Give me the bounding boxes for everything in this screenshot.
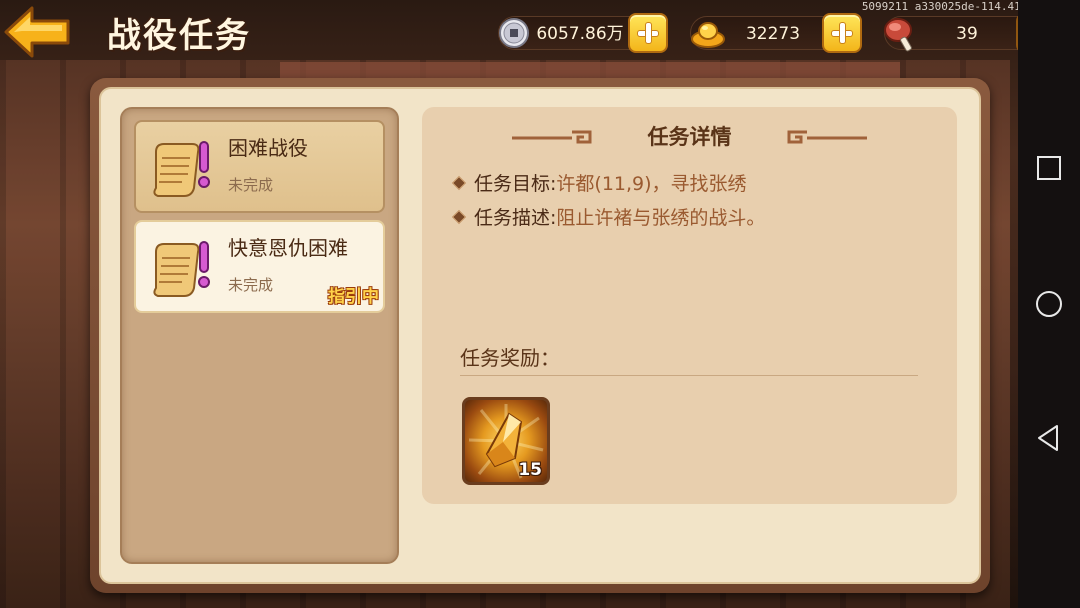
diamond-bullet-icon bbox=[451, 209, 467, 225]
square-icon[interactable] bbox=[1031, 150, 1067, 186]
reward-divider bbox=[460, 375, 918, 376]
debug-overlay-text: 5099211 a330025de-114.4115 bbox=[861, 0, 1034, 13]
scroll-quest-icon bbox=[153, 141, 210, 197]
title-ornament-right-icon bbox=[787, 130, 867, 144]
task-item-revenge-hard[interactable]: 快意恩仇困难 未完成 指引中 bbox=[134, 220, 385, 313]
meat-icon bbox=[884, 18, 912, 52]
silver-value: 6057.86万 bbox=[536, 24, 624, 44]
task-name: 快意恩仇困难 bbox=[228, 236, 348, 260]
task-desc-row: 任务描述:阻止许褚与张绣的战斗。 bbox=[451, 203, 766, 230]
stamina-value: 39 bbox=[956, 24, 978, 44]
arrow-left-icon bbox=[4, 6, 70, 58]
reward-label: 任务奖励： bbox=[460, 346, 560, 370]
detail-title: 任务详情 bbox=[647, 125, 732, 149]
coin-icon bbox=[499, 18, 529, 48]
task-status: 未完成 bbox=[228, 276, 274, 294]
task-goal-row: 任务目标:许都(11,9)，寻找张绣 bbox=[451, 169, 747, 196]
task-name: 困难战役 bbox=[228, 136, 308, 160]
diamond-bullet-icon bbox=[451, 175, 467, 191]
task-detail-panel: 任务详情 任务目标:许都(11,9)，寻找张绣 任务描述:阻止许褚与张绣的战斗。… bbox=[422, 107, 957, 504]
task-goal-value: 许都(11,9)，寻找张绣 bbox=[556, 173, 747, 195]
guide-badge: 指引中 bbox=[328, 287, 379, 307]
circle-icon[interactable] bbox=[1031, 286, 1067, 322]
task-desc-value: 阻止许褚与张绣的战斗。 bbox=[556, 207, 766, 229]
task-desc-label: 任务描述: bbox=[474, 207, 557, 229]
add-silver-button[interactable] bbox=[628, 13, 668, 53]
scroll-quest-icon bbox=[153, 241, 210, 297]
reward-count: 15 bbox=[518, 460, 542, 480]
page-title: 战役任务 bbox=[107, 16, 251, 56]
gold-ingot-icon bbox=[691, 22, 725, 48]
task-status: 未完成 bbox=[228, 176, 274, 194]
add-gold-button[interactable] bbox=[822, 13, 862, 53]
triangle-back-icon[interactable] bbox=[1031, 420, 1067, 456]
task-item-hard-campaign[interactable]: 困难战役 未完成 bbox=[134, 120, 385, 213]
reward-item[interactable]: 15 bbox=[462, 397, 550, 485]
back-button[interactable] bbox=[2, 4, 72, 60]
system-nav-bar bbox=[1018, 0, 1080, 608]
task-goal-label: 任务目标: bbox=[474, 173, 557, 195]
gold-value: 32273 bbox=[745, 24, 801, 44]
